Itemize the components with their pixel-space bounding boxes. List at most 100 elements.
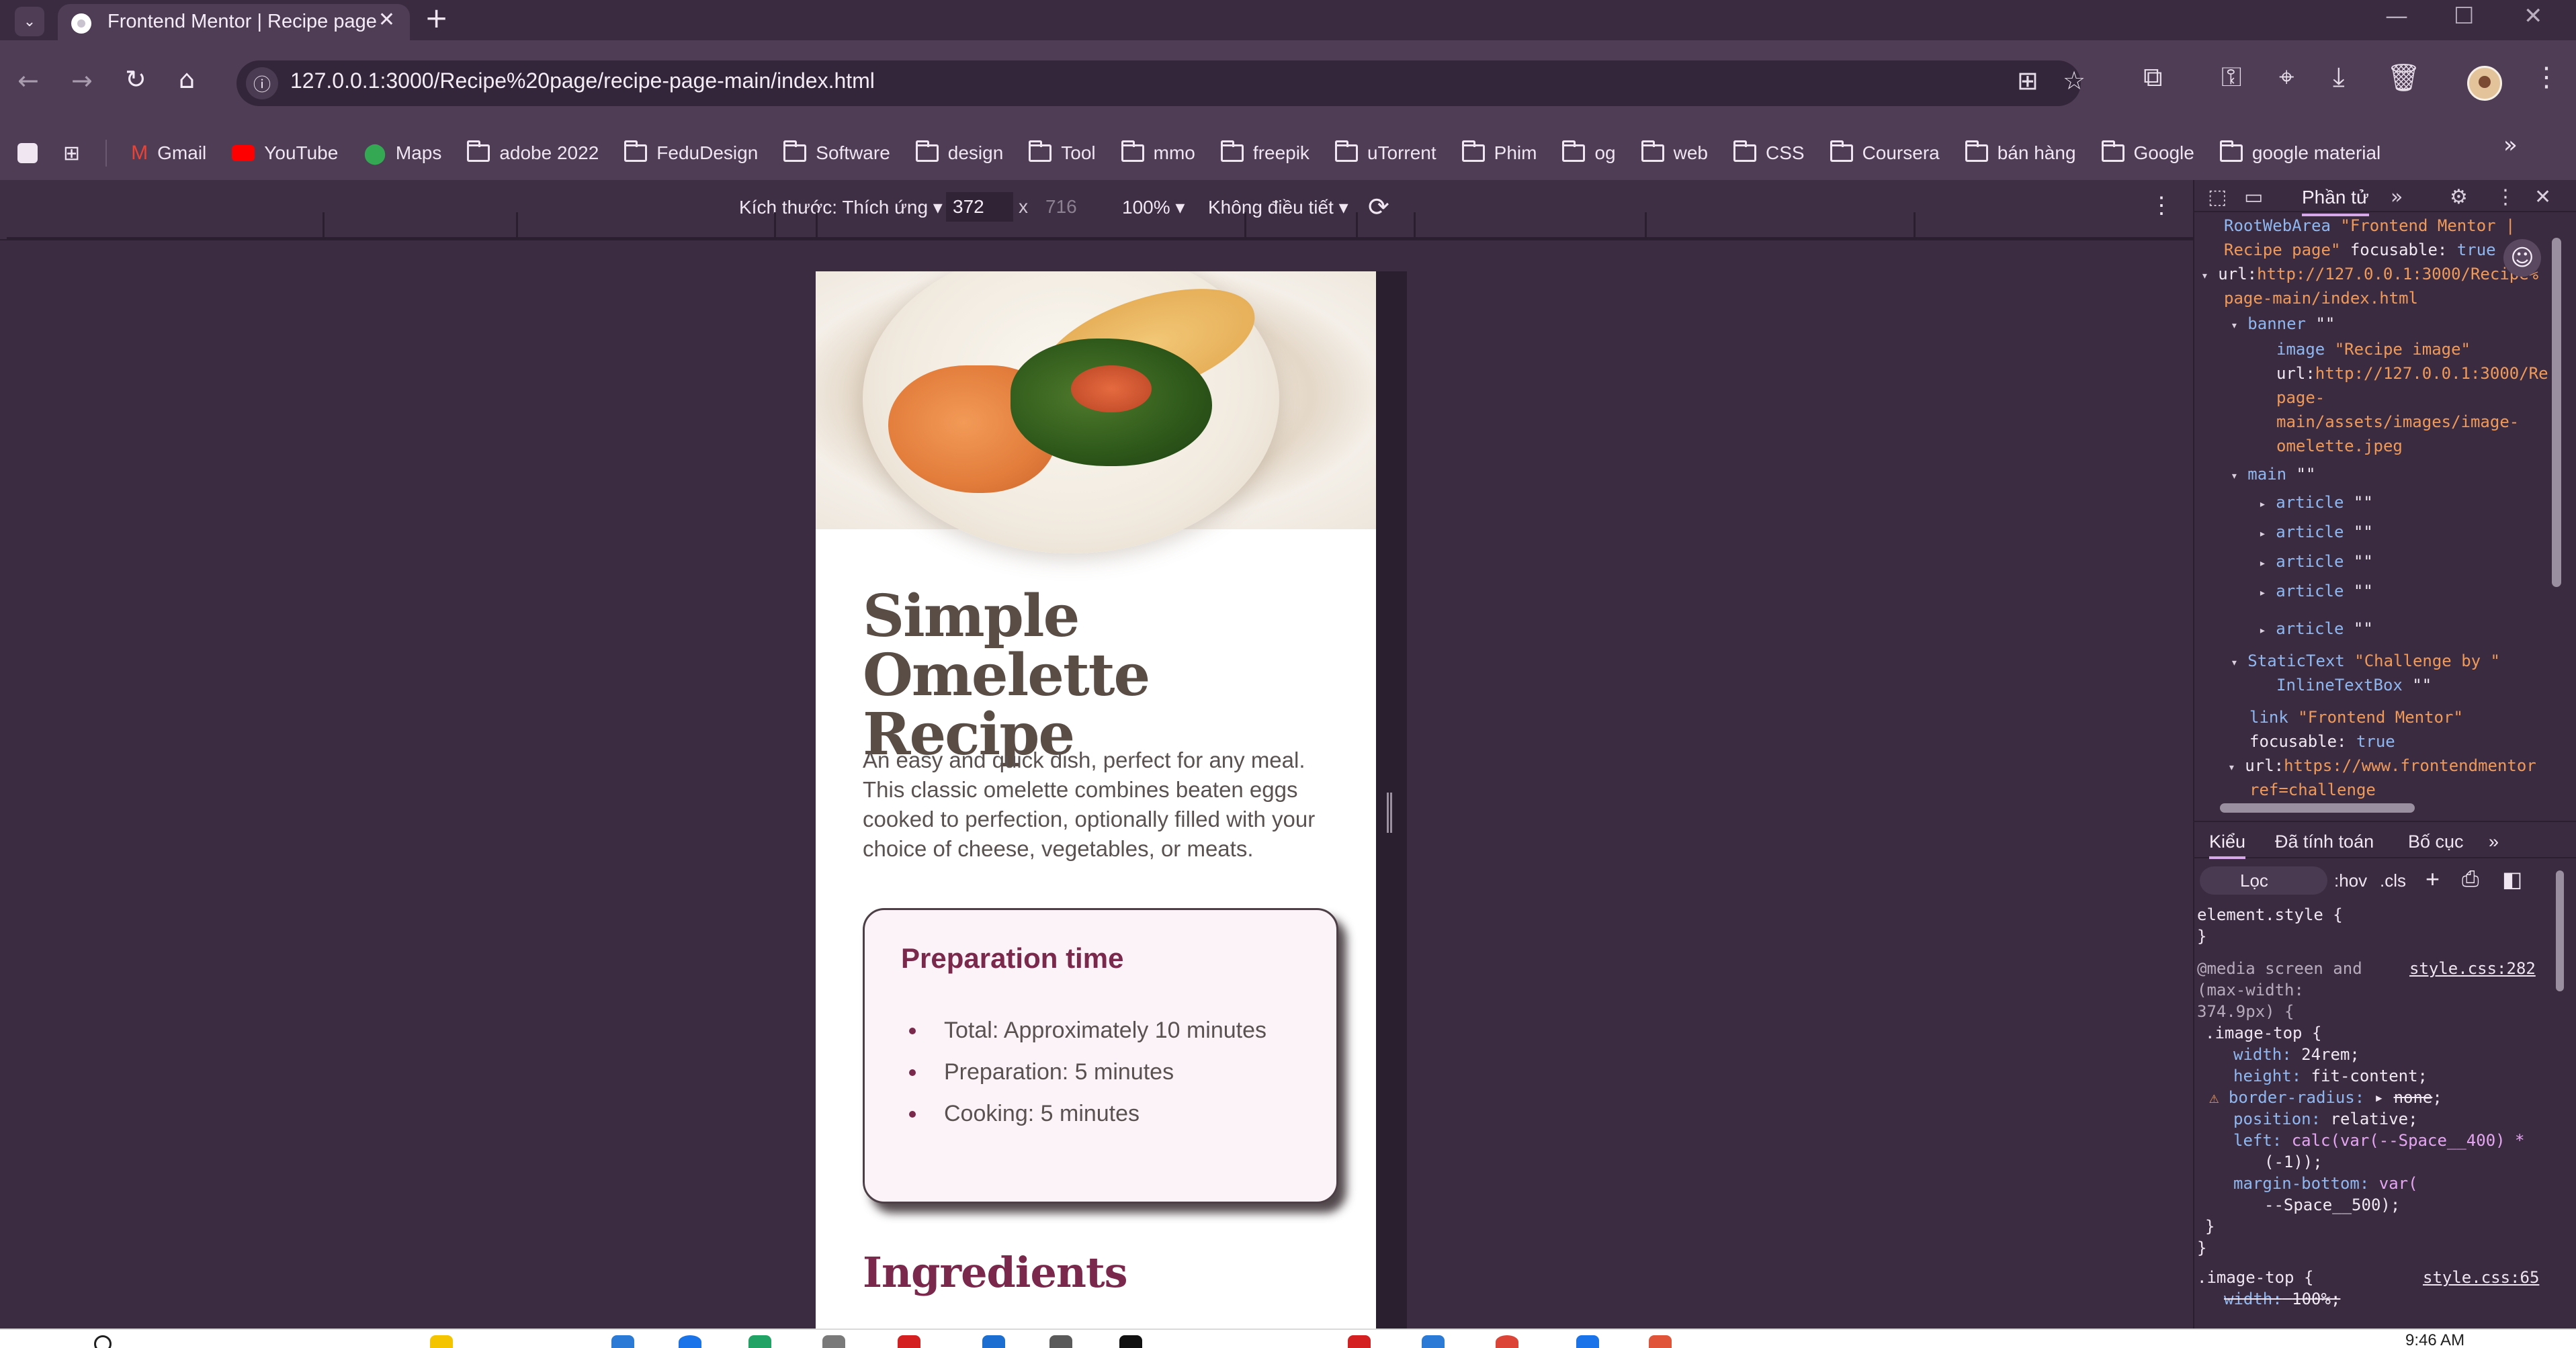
password-key-icon[interactable]: ⚿ — [2221, 62, 2241, 93]
apps-square-icon[interactable] — [17, 143, 38, 163]
bookmark-folder[interactable]: design — [915, 140, 1003, 164]
taskbar-app-icon[interactable] — [679, 1335, 701, 1348]
bookmark-folder[interactable]: Coursera — [1830, 140, 1940, 164]
bookmark-gmail[interactable]: M Gmail — [131, 142, 206, 165]
taskbar-app-icon[interactable] — [982, 1335, 1005, 1348]
devtools-menu-icon[interactable]: ⋮ — [2495, 185, 2516, 209]
bookmark-folder[interactable]: freepik — [1220, 140, 1310, 164]
more-tabs-icon[interactable]: » — [2489, 832, 2499, 852]
taskbar-app-icon[interactable] — [1049, 1335, 1072, 1348]
bookmark-folder[interactable]: CSS — [1733, 140, 1805, 164]
css-source-link[interactable]: style.css:282 — [2409, 959, 2536, 978]
expand-triangle-icon[interactable]: ▾ — [2231, 656, 2238, 670]
bookmark-folder[interactable]: google material — [2219, 140, 2380, 164]
minimize-icon[interactable]: — — [2385, 3, 2408, 30]
bookmark-folder[interactable]: mmo — [1121, 140, 1195, 164]
close-devtools-icon[interactable]: ✕ — [2534, 185, 2551, 209]
sidebar-toggle-icon[interactable]: ◧ — [2502, 866, 2522, 892]
taskbar-app-icon[interactable] — [611, 1335, 634, 1348]
taskbar-app-icon[interactable] — [822, 1335, 845, 1348]
resize-handle[interactable] — [1387, 793, 1392, 833]
styles-filter-input[interactable]: Lọc — [2200, 866, 2327, 895]
css-source-link[interactable]: style.css:65 — [2423, 1268, 2539, 1287]
translate-icon[interactable]: ⊞ — [2017, 66, 2038, 95]
tree-node-role: article — [2276, 523, 2344, 541]
bookmark-star-icon[interactable]: ☆ — [2063, 66, 2086, 95]
collapse-triangle-icon[interactable]: ▸ — [2259, 556, 2266, 570]
site-info-icon[interactable]: ⓘ — [246, 67, 278, 99]
taskbar-app-icon[interactable] — [1119, 1335, 1142, 1348]
collapse-triangle-icon[interactable]: ▸ — [2259, 497, 2266, 511]
bookmark-folder[interactable]: Software — [783, 140, 890, 164]
expand-triangle-icon[interactable]: ▾ — [2228, 760, 2235, 774]
tab-styles[interactable]: Kiểu — [2209, 832, 2246, 859]
browser-menu-icon[interactable]: ⋮ — [2533, 62, 2560, 93]
browser-tab[interactable]: Frontend Mentor | Recipe page ✕ — [58, 4, 410, 40]
bookmark-folder[interactable]: Phim — [1461, 140, 1537, 164]
tree-horizontal-scrollbar[interactable] — [2220, 803, 2415, 813]
taskbar-app-icon[interactable] — [898, 1335, 920, 1348]
tab-layout[interactable]: Bố cục — [2408, 832, 2464, 852]
back-icon[interactable]: ← — [17, 66, 39, 95]
taskbar-app-icon[interactable] — [1422, 1335, 1445, 1348]
add-rule-icon[interactable]: + — [2425, 865, 2440, 893]
tab-computed[interactable]: Đã tính toán — [2275, 832, 2374, 852]
paint-icon[interactable]: ⎙ — [2462, 866, 2479, 892]
bookmark-folder[interactable]: og — [1562, 140, 1616, 164]
taskbar-app-icon[interactable] — [1576, 1335, 1599, 1348]
expand-triangle-icon[interactable]: ▾ — [2201, 269, 2208, 283]
css-property: margin-bottom: — [2233, 1174, 2370, 1193]
window-close-icon[interactable]: ✕ — [2524, 3, 2543, 30]
inspect-element-icon[interactable]: ⬚ — [2208, 185, 2227, 209]
collapse-triangle-icon[interactable]: ▸ — [2259, 527, 2266, 541]
bookmark-folder[interactable]: uTorrent — [1334, 140, 1436, 164]
bookmark-folder[interactable]: bán hàng — [1965, 140, 2076, 164]
expand-triangle-icon[interactable]: ▾ — [2231, 318, 2238, 332]
expand-triangle-icon[interactable]: ▸ — [2374, 1088, 2384, 1107]
url-text[interactable]: 127.0.0.1:3000/Recipe%20page/recipe-page… — [290, 69, 875, 93]
css-value: 100%; — [2292, 1290, 2341, 1308]
home-icon[interactable]: ⌂ — [179, 64, 195, 94]
expand-triangle-icon[interactable]: ▾ — [2231, 469, 2238, 483]
bookmark-youtube[interactable]: YouTube — [232, 142, 338, 164]
search-icon[interactable] — [94, 1335, 112, 1348]
hov-toggle[interactable]: :hov — [2334, 870, 2367, 891]
reload-icon[interactable]: ↻ — [125, 64, 146, 94]
more-tabs-icon[interactable]: » — [2391, 185, 2403, 209]
apps-grid-icon[interactable]: ⊞ — [63, 142, 80, 165]
more-bookmarks-icon[interactable]: » — [2503, 132, 2518, 159]
accessibility-tree[interactable]: RootWebArea "Frontend Mentor | Recipe pa… — [2201, 214, 2564, 617]
bookmark-folder[interactable]: Tool — [1029, 140, 1096, 164]
tab-elements[interactable]: Phần tử — [2302, 187, 2369, 216]
collapse-triangle-icon[interactable]: ▸ — [2259, 586, 2266, 600]
taskbar-app-icon[interactable] — [1496, 1335, 1518, 1348]
new-tab-icon[interactable]: + — [425, 1, 448, 34]
taskbar-app-icon[interactable] — [1348, 1335, 1371, 1348]
location-pin-icon[interactable]: ⌖ — [2279, 62, 2294, 93]
accessibility-person-icon[interactable]: ☺ — [2503, 239, 2541, 277]
cls-toggle[interactable]: .cls — [2380, 870, 2406, 891]
media-query-ruler[interactable] — [7, 212, 2193, 239]
maximize-icon[interactable]: ☐ — [2454, 3, 2474, 30]
trash-icon[interactable]: 🗑 — [2387, 62, 2421, 93]
extensions-icon[interactable]: ⧉ — [2143, 62, 2163, 93]
device-toggle-icon[interactable]: ▭ — [2244, 185, 2263, 209]
bookmark-folder[interactable]: FeduDesign — [624, 140, 758, 164]
taskbar-app-icon[interactable] — [748, 1335, 771, 1348]
profile-avatar[interactable] — [2467, 66, 2502, 101]
tree-vertical-scrollbar[interactable] — [2552, 238, 2561, 587]
tab-search-button[interactable]: ⌄ — [15, 7, 44, 36]
download-icon[interactable]: ⤓ — [2333, 62, 2345, 93]
collapse-triangle-icon[interactable]: ▸ — [2259, 623, 2266, 637]
styles-vertical-scrollbar[interactable] — [2556, 870, 2564, 991]
bookmark-folder[interactable]: web — [1641, 140, 1708, 164]
forward-icon[interactable]: → — [71, 66, 93, 95]
bookmark-folder[interactable]: Google — [2101, 140, 2194, 164]
taskbar-app-icon[interactable] — [1649, 1335, 1672, 1348]
settings-gear-icon[interactable]: ⚙ — [2450, 185, 2468, 209]
close-tab-icon[interactable]: ✕ — [378, 8, 395, 32]
bookmark-maps[interactable]: ⬤ Maps — [363, 142, 441, 165]
taskbar-app-icon[interactable] — [430, 1335, 453, 1348]
bookmark-folder[interactable]: adobe 2022 — [467, 140, 599, 164]
address-bar[interactable]: ⓘ 127.0.0.1:3000/Recipe%20page/recipe-pa… — [237, 60, 2086, 106]
